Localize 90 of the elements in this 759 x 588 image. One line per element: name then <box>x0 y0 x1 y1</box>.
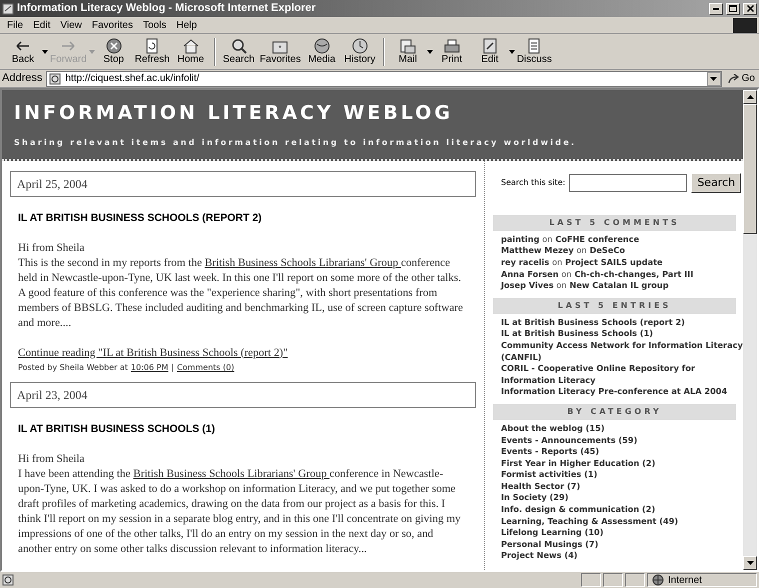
up-arrow-icon[interactable] <box>746 95 754 99</box>
category-link[interactable]: Info. design & communication (2) <box>493 504 743 516</box>
window-title: Information Literacy Weblog - Microsoft Internet Explorer <box>17 1 317 16</box>
menu-item[interactable]: View <box>55 18 87 32</box>
text-link[interactable]: British Business Schools Librarians' Group <box>133 468 330 480</box>
comment-item[interactable]: Matthew Mezey on DeSeCo <box>493 245 743 257</box>
scrollbar[interactable] <box>743 90 757 570</box>
menu-item[interactable]: Favorites <box>86 18 138 32</box>
category-link[interactable]: First Year in Higher Education (2) <box>493 458 743 470</box>
comment-item[interactable]: Anna Forsen on Ch-ch-ch-changes, Part III <box>493 268 743 280</box>
category-link[interactable]: Project News (4) <box>493 550 743 562</box>
blog-title: INFORMATION LITERACY WEBLOG <box>14 102 454 125</box>
page-icon <box>2 574 14 586</box>
menu-item[interactable]: File <box>2 18 28 32</box>
search-icon <box>230 38 248 54</box>
entry-link[interactable]: Community Access Network for Information Literacy (CANFIL) <box>493 340 743 364</box>
entry-link[interactable]: Information Literacy Pre-conference at ALA 2004 <box>493 386 743 398</box>
comment-item[interactable]: painting on CoFHE conference <box>493 234 743 246</box>
dropdown-caret-icon[interactable] <box>42 50 48 54</box>
zone-label: Internet <box>668 574 702 588</box>
menu-item[interactable]: Edit <box>28 18 56 32</box>
clock-icon <box>350 38 369 54</box>
toolbar-button[interactable]: Favorites <box>258 38 303 66</box>
search-field[interactable] <box>569 174 688 192</box>
toolbar-button[interactable]: Home <box>172 38 210 66</box>
page-icon <box>49 72 62 84</box>
minimize-button[interactable] <box>709 2 723 14</box>
toolbar-button[interactable]: Edit <box>470 38 509 66</box>
category-link[interactable]: Health Sector (7) <box>493 480 743 492</box>
entry-link[interactable]: IL at British Business Schools (report 2) <box>493 316 743 328</box>
close-icon <box>746 5 754 12</box>
close-button[interactable] <box>743 2 757 14</box>
toolbar-button[interactable]: Refresh <box>132 38 172 66</box>
post-title: IL AT BRITISH BUSINESS SCHOOLS (REPORT 2) <box>18 210 263 226</box>
page-icon <box>2 2 14 14</box>
comment-item[interactable]: rey racelis on Project SAILS update <box>493 256 743 269</box>
category-link[interactable]: In Society (29) <box>493 492 743 504</box>
entry-link[interactable]: CORIL - Cooperative Online Repository for Information Literacy <box>493 363 743 386</box>
category-link[interactable]: Personal Musings (7) <box>493 538 743 550</box>
toolbar-button[interactable]: Back <box>4 38 42 66</box>
post-date: April 25, 2004 <box>10 170 476 197</box>
post-text: Hi from Sheila This is the second in my reports from the British Business Schools Librarians' Group conference held in Newcastle-upon-Tyne, UK last week. In this one I'll report on some more of the other talks. A good feature of this conference was the "experience sharing", with short presentations from members of BBSLG. These included auditing and benchmarking IL, use of screen capture software and more.... <box>18 240 464 331</box>
post-text: Hi from Sheila I have been attending the British Business Schools Librarians' Group conference in Newcastle-upon-Tyne, UK. I was asked to do a workshop on information Literacy, and we put together some draft profiles of marketing academics, drawing on the data from our project as a basis for this. I think I'll report on my session in a separate blog entry, and in this one I'll concentrate on giving my impressions of one of the other talks, I'll do an entry on my session in the next day or so, and another entry on some other talks discussion relevant to information literacy... <box>18 452 462 558</box>
comments-link[interactable]: Comments (0) <box>176 362 234 374</box>
post-title: IL AT BRITISH BUSINESS SCHOOLS (1) <box>18 422 216 438</box>
category-link[interactable]: Events - Reports (45) <box>493 446 743 458</box>
section-heading: LAST 5 ENTRIES <box>493 298 736 314</box>
maximize-icon <box>729 5 737 12</box>
stop-icon <box>104 38 123 54</box>
separator: | <box>171 362 174 374</box>
globe-icon <box>312 38 331 54</box>
search-button[interactable]: Search <box>691 172 742 193</box>
dropdown-caret-icon[interactable] <box>426 50 433 54</box>
printer-icon <box>442 38 461 54</box>
toolbar-button[interactable]: Discuss <box>514 38 554 66</box>
toolbar-button[interactable]: Mail <box>388 38 427 66</box>
entry-link[interactable]: IL at British Business Schools (1) <box>493 328 743 340</box>
go-button[interactable]: Go <box>726 71 757 86</box>
category-link[interactable]: Lifelong Learning (10) <box>493 527 743 539</box>
toolbar-button[interactable]: Stop <box>94 38 133 66</box>
posted-by-text: Posted by Sheila Webber at <box>18 362 128 374</box>
text-link[interactable]: British Business Schools Librarians' Group <box>204 256 401 269</box>
blog-tagline: Sharing relevant items and information relating to information literacy worldwide. <box>14 136 578 149</box>
arrow-icon <box>728 74 740 84</box>
dropdown-caret-icon[interactable] <box>508 50 515 54</box>
continue-reading-link[interactable]: Continue reading "IL at British Business Schools (report 2)" <box>18 344 288 362</box>
menu-item[interactable]: Help <box>171 18 202 32</box>
mail-icon <box>398 38 417 54</box>
dropdown-caret-icon[interactable] <box>710 76 718 80</box>
section-heading: BY CATEGORY <box>493 404 736 420</box>
comment-item[interactable]: Josep Vives on New Catalan IL group <box>493 280 743 292</box>
category-link[interactable]: Learning, Teaching & Assessment (49) <box>493 516 743 528</box>
toolbar-button[interactable]: History <box>340 38 379 66</box>
category-link[interactable]: Events - Announcements (59) <box>493 434 743 446</box>
menu-item[interactable]: Tools <box>138 18 172 32</box>
home-icon <box>182 38 200 54</box>
section-heading: LAST 5 COMMENTS <box>493 214 736 231</box>
down-arrow-icon[interactable] <box>746 561 754 565</box>
toolbar-button[interactable]: Print <box>432 38 471 66</box>
search-label: Search this site: <box>501 176 566 189</box>
edit-page-icon <box>480 38 499 54</box>
address-label: Address <box>2 71 42 86</box>
toolbar-button[interactable]: Search <box>220 38 258 66</box>
minimize-icon <box>713 8 719 10</box>
maximize-button[interactable] <box>726 2 740 14</box>
toolbar-button[interactable]: Media <box>302 38 341 66</box>
category-link[interactable]: Formist activities (1) <box>493 469 743 481</box>
category-link[interactable]: About the weblog (15) <box>493 422 743 435</box>
post-date: April 23, 2004 <box>10 382 476 408</box>
time-link[interactable]: 10:06 PM <box>130 362 168 374</box>
